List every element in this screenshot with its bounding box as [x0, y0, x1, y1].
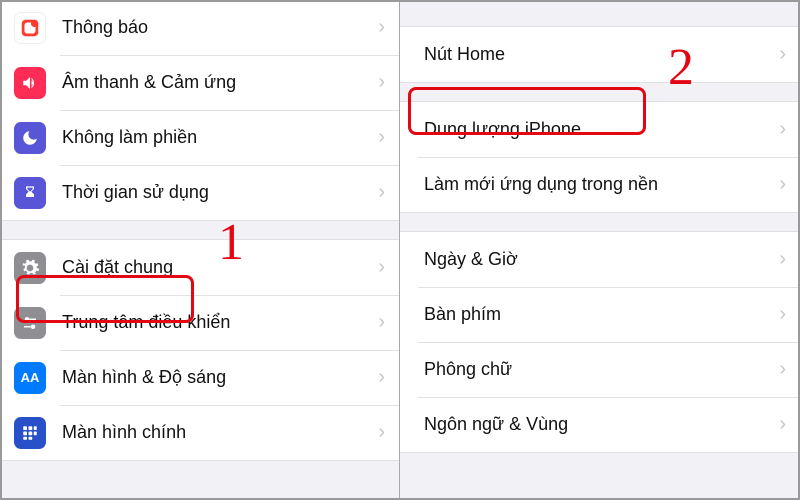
chevron-right-icon: ›: [779, 118, 786, 141]
row-label: Màn hình & Độ sáng: [62, 367, 378, 388]
chevron-right-icon: ›: [378, 181, 385, 204]
general-group-1: Nút Home ›: [400, 26, 800, 83]
chevron-right-icon: ›: [378, 366, 385, 389]
row-label: Làm mới ứng dụng trong nền: [424, 174, 779, 195]
gear-icon: [14, 252, 46, 284]
row-screentime[interactable]: Thời gian sử dụng ›: [0, 165, 399, 220]
settings-group-1: Thông báo › Âm thanh & Cảm ứng › Không l…: [0, 0, 399, 221]
row-label: Màn hình chính: [62, 422, 378, 443]
grid-icon: [14, 417, 46, 449]
row-label: Dung lượng iPhone: [424, 119, 779, 140]
row-fonts[interactable]: Phông chữ ›: [400, 342, 800, 397]
row-control-center[interactable]: Trung tâm điều khiển ›: [0, 295, 399, 350]
chevron-right-icon: ›: [779, 413, 786, 436]
chevron-right-icon: ›: [378, 421, 385, 444]
row-label: Cài đặt chung: [62, 257, 378, 278]
row-label: Trung tâm điều khiển: [62, 312, 378, 333]
row-label: Phông chữ: [424, 359, 779, 380]
chevron-right-icon: ›: [378, 71, 385, 94]
row-label: Nút Home: [424, 44, 779, 65]
general-settings-list: Nút Home › Dung lượng iPhone › Làm mới ứ…: [400, 0, 800, 500]
row-label: Thông báo: [62, 17, 378, 38]
chevron-right-icon: ›: [378, 16, 385, 39]
row-keyboard[interactable]: Bàn phím ›: [400, 287, 800, 342]
row-background-refresh[interactable]: Làm mới ứng dụng trong nền ›: [400, 157, 800, 212]
row-label: Bàn phím: [424, 304, 779, 325]
row-general[interactable]: Cài đặt chung ›: [0, 240, 399, 295]
row-language-region[interactable]: Ngôn ngữ & Vùng ›: [400, 397, 800, 452]
row-home-screen[interactable]: Màn hình chính ›: [0, 405, 399, 460]
row-label: Không làm phiền: [62, 127, 378, 148]
chevron-right-icon: ›: [779, 248, 786, 271]
row-date-time[interactable]: Ngày & Giờ ›: [400, 232, 800, 287]
notifications-icon: [14, 12, 46, 44]
row-display[interactable]: AA Màn hình & Độ sáng ›: [0, 350, 399, 405]
row-label: Thời gian sử dụng: [62, 182, 378, 203]
settings-group-2: Cài đặt chung › Trung tâm điều khiển › A…: [0, 239, 399, 461]
moon-icon: [14, 122, 46, 154]
display-icon: AA: [14, 362, 46, 394]
row-label: Ngôn ngữ & Vùng: [424, 414, 779, 435]
general-group-3: Ngày & Giờ › Bàn phím › Phông chữ › Ngôn…: [400, 231, 800, 453]
row-sounds[interactable]: Âm thanh & Cảm ứng ›: [0, 55, 399, 110]
chevron-right-icon: ›: [779, 173, 786, 196]
chevron-right-icon: ›: [779, 43, 786, 66]
settings-main-list: Thông báo › Âm thanh & Cảm ứng › Không l…: [0, 0, 400, 500]
chevron-right-icon: ›: [779, 303, 786, 326]
chevron-right-icon: ›: [378, 256, 385, 279]
row-notifications[interactable]: Thông báo ›: [0, 0, 399, 55]
row-dnd[interactable]: Không làm phiền ›: [0, 110, 399, 165]
chevron-right-icon: ›: [378, 311, 385, 334]
chevron-right-icon: ›: [378, 126, 385, 149]
chevron-right-icon: ›: [779, 358, 786, 381]
row-label: Ngày & Giờ: [424, 249, 779, 270]
general-group-2: Dung lượng iPhone › Làm mới ứng dụng tro…: [400, 101, 800, 213]
row-iphone-storage[interactable]: Dung lượng iPhone ›: [400, 102, 800, 157]
sounds-icon: [14, 67, 46, 99]
row-label: Âm thanh & Cảm ứng: [62, 72, 378, 93]
sliders-icon: [14, 307, 46, 339]
row-home-button[interactable]: Nút Home ›: [400, 27, 800, 82]
hourglass-icon: [14, 177, 46, 209]
